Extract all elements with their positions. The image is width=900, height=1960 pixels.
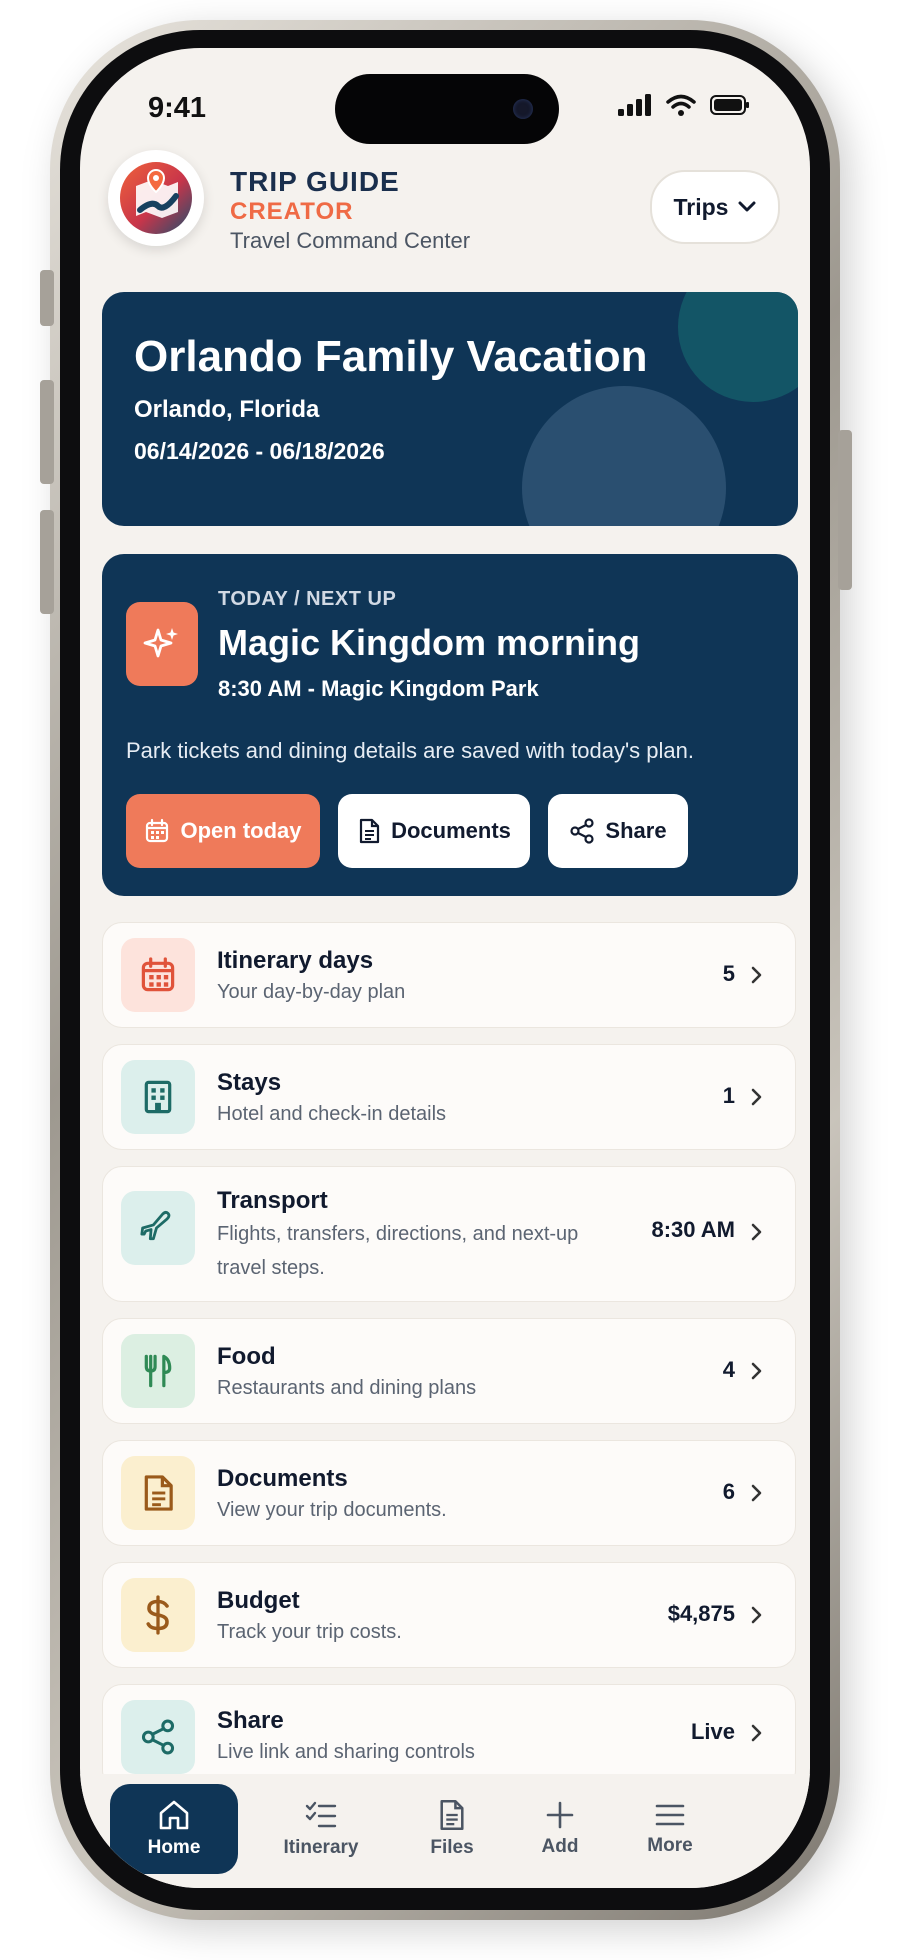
trip-hero-card[interactable]: Orlando Family Vacation Orlando, Florida… bbox=[102, 292, 798, 526]
menu-icon bbox=[655, 1804, 685, 1826]
battery-icon bbox=[710, 95, 749, 115]
app-logo bbox=[108, 150, 204, 246]
section-row-stays[interactable]: Stays Hotel and check-in details 1 bbox=[102, 1044, 796, 1150]
open-today-button[interactable]: Open today bbox=[126, 794, 320, 868]
row-subtitle: Restaurants and dining plans bbox=[217, 1377, 477, 1399]
trips-dropdown-button[interactable]: Trips bbox=[650, 170, 780, 244]
row-title: Food bbox=[217, 1343, 276, 1370]
nav-home-label: Home bbox=[147, 1837, 201, 1858]
nav-home[interactable]: Home bbox=[110, 1784, 238, 1874]
section-row-documents[interactable]: Documents View your trip documents. 6 bbox=[102, 1440, 796, 1546]
nav-more[interactable]: More bbox=[620, 1784, 720, 1874]
map-pin-logo-icon bbox=[120, 162, 192, 234]
row-value: $4,875 bbox=[667, 1601, 735, 1626]
brand-tagline: Travel Command Center bbox=[230, 228, 471, 253]
wifi-icon bbox=[666, 94, 696, 116]
share-button[interactable]: Share bbox=[548, 794, 688, 868]
trips-button-label: Trips bbox=[673, 193, 729, 220]
chevron-right-icon bbox=[751, 1088, 762, 1106]
nav-files[interactable]: Files bbox=[402, 1784, 502, 1874]
row-subtitle: Live link and sharing controls bbox=[217, 1741, 475, 1763]
app-screen: 9:41 TRIP GUIDE CREATOR Travel Command C… bbox=[80, 48, 810, 1888]
share-icon bbox=[121, 1700, 195, 1774]
row-subtitle: Flights, transfers, directions, and next… bbox=[217, 1223, 579, 1245]
next-up-description: Park tickets and dining details are save… bbox=[126, 738, 694, 763]
next-up-time-place: 8:30 AM - Magic Kingdom Park bbox=[218, 676, 539, 701]
chevron-right-icon bbox=[751, 1724, 762, 1742]
row-title: Stays bbox=[217, 1069, 282, 1096]
row-value: Live bbox=[690, 1719, 735, 1744]
section-row-transport[interactable]: Transport Flights, transfers, directions… bbox=[102, 1166, 796, 1302]
nav-add[interactable]: Add bbox=[510, 1784, 610, 1874]
checklist-icon bbox=[305, 1801, 337, 1828]
file-icon bbox=[440, 1800, 464, 1830]
nav-itinerary[interactable]: Itinerary bbox=[266, 1784, 376, 1874]
chevron-right-icon bbox=[751, 1606, 762, 1624]
plus-icon bbox=[546, 1801, 574, 1829]
brand-subtitle: CREATOR bbox=[230, 198, 354, 225]
trip-location: Orlando, Florida bbox=[134, 396, 320, 423]
next-up-card: TODAY / NEXT UP Magic Kingdom morning 8:… bbox=[102, 554, 798, 896]
power-button bbox=[838, 430, 852, 590]
chevron-right-icon bbox=[751, 966, 762, 984]
decorative-circle bbox=[678, 292, 798, 402]
section-row-food[interactable]: Food Restaurants and dining plans 4 bbox=[102, 1318, 796, 1424]
row-value: 8:30 AM bbox=[651, 1217, 735, 1242]
row-value: 5 bbox=[722, 961, 735, 986]
utensils-icon bbox=[121, 1334, 195, 1408]
row-subtitle: Your day-by-day plan bbox=[217, 981, 406, 1003]
status-icons bbox=[618, 94, 750, 116]
row-title: Budget bbox=[217, 1587, 300, 1614]
brand-title: TRIP GUIDE bbox=[230, 166, 400, 197]
row-subtitle: Track your trip costs. bbox=[217, 1621, 402, 1643]
dollar-icon bbox=[121, 1578, 195, 1652]
row-subtitle-continued: travel steps. bbox=[217, 1257, 325, 1279]
nav-add-label: Add bbox=[541, 1836, 579, 1857]
calendar-icon bbox=[121, 938, 195, 1012]
chevron-right-icon bbox=[751, 1223, 762, 1241]
section-row-itinerary[interactable]: Itinerary days Your day-by-day plan 5 bbox=[102, 922, 796, 1028]
action-button bbox=[40, 270, 54, 326]
nav-files-label: Files bbox=[430, 1837, 474, 1858]
bottom-nav: Home Itinerary Files Add More bbox=[80, 1774, 810, 1888]
row-value: 4 bbox=[722, 1357, 735, 1382]
camera-icon bbox=[513, 99, 533, 119]
status-time: 9:41 bbox=[148, 92, 207, 124]
row-title: Share bbox=[217, 1707, 284, 1734]
plane-icon bbox=[121, 1191, 195, 1265]
chevron-down-icon bbox=[738, 201, 756, 212]
trip-title: Orlando Family Vacation bbox=[134, 332, 648, 381]
chevron-right-icon bbox=[751, 1484, 762, 1502]
calendar-icon bbox=[146, 818, 169, 843]
signal-icon bbox=[618, 94, 651, 116]
documents-button[interactable]: Documents bbox=[338, 794, 530, 868]
document-icon bbox=[359, 818, 380, 844]
row-title: Documents bbox=[217, 1465, 348, 1492]
trip-dates: 06/14/2026 - 06/18/2026 bbox=[134, 438, 385, 464]
row-title: Itinerary days bbox=[217, 947, 374, 974]
open-today-label: Open today bbox=[180, 818, 302, 843]
share-button-label: Share bbox=[605, 818, 667, 843]
section-row-budget[interactable]: Budget Track your trip costs. $4,875 bbox=[102, 1562, 796, 1668]
chevron-right-icon bbox=[751, 1362, 762, 1380]
row-title: Transport bbox=[217, 1187, 328, 1214]
sparkle-icon bbox=[126, 602, 198, 686]
row-value: 1 bbox=[722, 1083, 735, 1108]
volume-down-button bbox=[40, 510, 54, 614]
decorative-circle bbox=[522, 386, 726, 526]
volume-up-button bbox=[40, 380, 54, 484]
row-value: 6 bbox=[722, 1479, 735, 1504]
building-icon bbox=[121, 1060, 195, 1134]
nav-itinerary-label: Itinerary bbox=[283, 1837, 359, 1858]
next-up-title: Magic Kingdom morning bbox=[218, 622, 640, 663]
row-subtitle: View your trip documents. bbox=[217, 1499, 447, 1521]
home-icon bbox=[159, 1800, 189, 1830]
row-subtitle: Hotel and check-in details bbox=[217, 1103, 447, 1125]
documents-button-label: Documents bbox=[391, 818, 511, 843]
next-up-eyebrow: TODAY / NEXT UP bbox=[218, 588, 397, 610]
share-icon bbox=[570, 818, 595, 844]
dynamic-island bbox=[335, 74, 559, 144]
document-icon bbox=[121, 1456, 195, 1530]
nav-more-label: More bbox=[647, 1835, 693, 1856]
